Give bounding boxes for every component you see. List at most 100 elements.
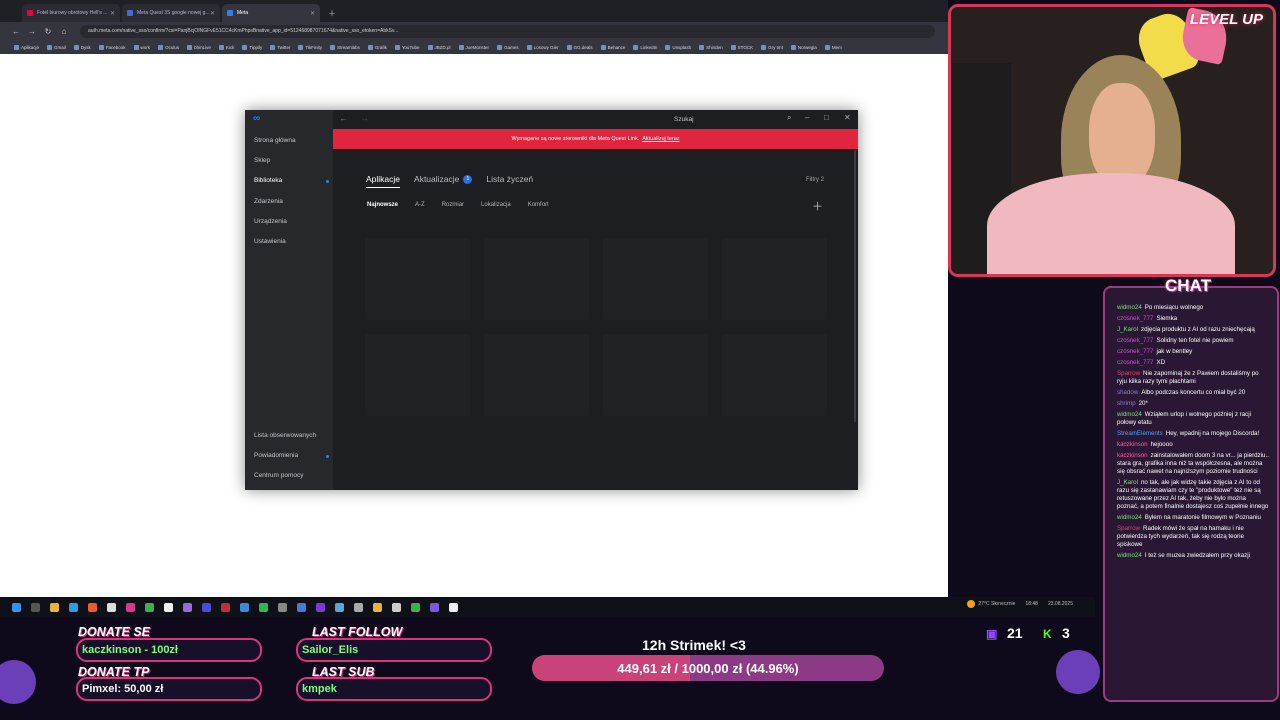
sidebar-item-notifications[interactable]: Powiadomienia <box>254 452 298 459</box>
app-icon[interactable] <box>183 602 192 612</box>
add-icon[interactable]: ＋ <box>812 198 823 214</box>
chat-username[interactable]: Sparrow <box>1117 525 1140 532</box>
bookmark-item[interactable]: Twitter <box>270 44 290 50</box>
app-icon[interactable] <box>221 602 230 612</box>
bookmark-item[interactable]: GG.deals <box>566 44 593 50</box>
chat-username[interactable]: shrimp <box>1117 400 1136 407</box>
app-icon[interactable] <box>411 602 420 612</box>
bookmark-item[interactable]: JoeMonster <box>458 44 489 50</box>
update-now-link[interactable]: Aktualizuj teraz <box>642 136 679 142</box>
chat-username[interactable]: czosnek_777 <box>1117 348 1153 355</box>
bookmark-item[interactable]: Losowy Gier <box>526 44 559 50</box>
xbox-icon[interactable] <box>145 602 154 612</box>
meta-taskbar-icon[interactable] <box>449 602 458 612</box>
bookmark-item[interactable]: Gmail <box>47 44 66 50</box>
forward-arrow-icon[interactable]: → <box>360 113 369 123</box>
close-tab-icon[interactable]: ✕ <box>110 10 115 17</box>
app-icon[interactable] <box>107 602 116 612</box>
sidebar-item-watchlist[interactable]: Lista obserwowanych <box>254 432 316 439</box>
bookmark-item[interactable]: Games <box>497 44 519 50</box>
chat-username[interactable]: czosnek_777 <box>1117 359 1153 366</box>
clock-date[interactable]: 23.08.2025 <box>1048 601 1073 607</box>
chat-username[interactable]: J_Karol <box>1117 326 1138 333</box>
sidebar-item-events[interactable]: Zdarzenia <box>254 198 283 205</box>
app-icon[interactable] <box>354 602 363 612</box>
search-taskbar-icon[interactable] <box>31 602 40 612</box>
chat-username[interactable]: widmo24 <box>1117 411 1142 418</box>
bookmark-item[interactable]: Mem <box>824 44 842 50</box>
chat-username[interactable]: StreamElements <box>1117 430 1163 437</box>
bookmark-item[interactable]: LinkedIn <box>633 44 657 50</box>
filters-button[interactable]: Filtry 2 <box>806 177 824 183</box>
tab-updates[interactable]: Aktualizacje 1 <box>414 174 473 187</box>
bookmark-item[interactable]: Tippily <box>242 44 262 50</box>
chat-username[interactable]: czosnek_777 <box>1117 315 1153 322</box>
app-icon[interactable] <box>126 602 135 612</box>
start-icon[interactable] <box>12 602 21 612</box>
chat-username[interactable]: widmo24 <box>1117 304 1142 311</box>
search-label[interactable]: Szukaj <box>674 116 694 123</box>
bookmark-item[interactable]: Aplikacje <box>14 44 39 50</box>
chat-username[interactable]: J_Karol <box>1117 479 1138 486</box>
sidebar-item-library[interactable]: Biblioteka <box>254 177 282 184</box>
bookmark-item[interactable]: Behance <box>600 44 625 50</box>
sort-newest[interactable]: Najnowsze <box>367 202 398 208</box>
browser-tab-active[interactable]: Meta ✕ <box>222 4 320 22</box>
chat-username[interactable]: widmo24 <box>1117 514 1142 521</box>
tab-apps[interactable]: Aplikacje <box>366 174 401 188</box>
close-tab-icon[interactable]: ✕ <box>210 10 215 17</box>
app-icon[interactable] <box>240 602 249 612</box>
app-icon[interactable] <box>430 602 439 612</box>
browser-tab[interactable]: Fotel biurowy obrotowy Hell's ... ✕ <box>22 4 120 22</box>
sidebar-item-store[interactable]: Sklep <box>254 157 270 164</box>
bookmark-item[interactable]: JBZD.pl <box>427 44 451 50</box>
explorer-icon[interactable] <box>50 602 59 612</box>
app-icon[interactable] <box>392 602 401 612</box>
url-field[interactable]: auth.meta.com/native_sso/confirm/?csi=Pa… <box>80 24 935 38</box>
chat-username[interactable]: widmo24 <box>1117 552 1142 559</box>
new-tab-icon[interactable]: ＋ <box>328 8 336 19</box>
sort-a-z[interactable]: A-Z <box>415 202 425 208</box>
close-tab-icon[interactable]: ✕ <box>310 10 315 17</box>
minimize-icon[interactable]: – <box>805 113 809 122</box>
chat-username[interactable]: shadow <box>1117 389 1138 396</box>
app-icon[interactable] <box>297 602 306 612</box>
chat-username[interactable]: Sparrow <box>1117 370 1140 377</box>
back-arrow-icon[interactable]: ← <box>339 113 348 123</box>
bookmark-item[interactable]: Facebook <box>98 44 126 50</box>
home-icon[interactable]: ⌂ <box>56 27 72 36</box>
bookmark-item[interactable]: TikFinity <box>298 44 322 50</box>
chat-username[interactable]: kaczkinson <box>1117 441 1148 448</box>
chat-username[interactable]: kaczkinson <box>1117 452 1148 459</box>
sort-size[interactable]: Rozmiar <box>442 202 464 208</box>
bookmark-item[interactable]: Norwegia <box>790 44 817 50</box>
bookmark-item[interactable]: bhinLive <box>187 44 211 50</box>
bookmark-item[interactable]: Kick <box>218 44 234 50</box>
bookmark-item[interactable]: Oculus <box>158 44 179 50</box>
forward-icon[interactable]: → <box>24 27 40 36</box>
store-icon[interactable] <box>69 602 78 612</box>
chat-username[interactable]: czosnek_777 <box>1117 337 1153 344</box>
clock-time[interactable]: 18:48 <box>1025 601 1038 607</box>
sidebar-item-settings[interactable]: Ustawienia <box>254 238 286 245</box>
bookmark-item[interactable]: Shinden <box>699 44 723 50</box>
bookmark-item[interactable]: Dysk <box>73 44 91 50</box>
search-icon[interactable]: ⌕ <box>787 113 791 123</box>
maximize-icon[interactable]: □ <box>824 113 829 122</box>
sort-comfort[interactable]: Komfort <box>528 202 549 208</box>
reload-icon[interactable]: ↻ <box>40 27 56 36</box>
spotify-icon[interactable] <box>259 602 268 612</box>
bookmark-item[interactable]: YouTube <box>394 44 420 50</box>
sidebar-item-help[interactable]: Centrum pomocy <box>254 472 304 479</box>
tab-wishlist[interactable]: Lista życzeń <box>486 174 533 187</box>
bookmark-item[interactable]: Gry tmt <box>761 44 783 50</box>
bookmark-item[interactable]: work <box>133 44 150 50</box>
sidebar-item-devices[interactable]: Urządzenia <box>254 218 287 225</box>
bookmark-item[interactable]: Streamlabs <box>330 44 360 50</box>
bookmark-item[interactable]: Grafik <box>367 44 387 50</box>
bookmark-item[interactable]: Unsplash <box>665 44 691 50</box>
sort-location[interactable]: Lokalizacja <box>481 202 511 208</box>
scrollbar[interactable] <box>854 150 856 422</box>
app-icon[interactable] <box>335 602 344 612</box>
bookmark-item[interactable]: STOCK <box>730 44 753 50</box>
